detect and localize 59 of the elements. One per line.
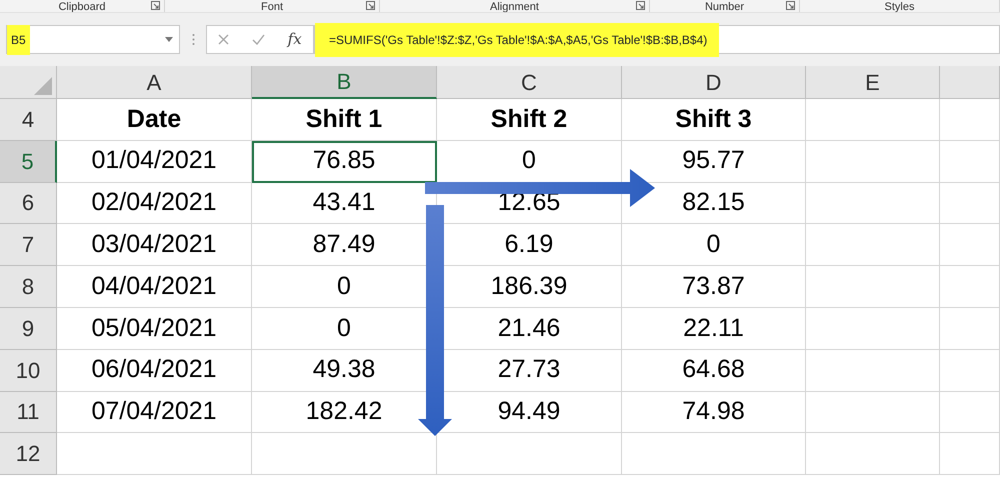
group-label: Number bbox=[704, 2, 744, 12]
insert-function-button[interactable]: fx bbox=[288, 28, 302, 51]
empty-cell bbox=[940, 140, 1000, 183]
table-cell: 02/04/2021 bbox=[57, 182, 252, 224]
splitter-icon[interactable] bbox=[192, 33, 194, 46]
empty-cell bbox=[940, 433, 1000, 476]
group-label: Styles bbox=[884, 2, 914, 12]
column-header[interactable]: C bbox=[437, 66, 622, 99]
empty-cell bbox=[940, 182, 1000, 224]
formula-field[interactable]: =SUMIFS('Gs Table'!$Z:$Z,'Gs Table'!$A:$A,$A5,'Gs Table'!$B:$B,B$4) bbox=[314, 25, 1000, 54]
table-cell: 04/04/2021 bbox=[57, 266, 252, 308]
empty-cell bbox=[940, 308, 1000, 350]
formula-text: =SUMIFS('Gs Table'!$Z:$Z,'Gs Table'!$A:$A,$A5,'Gs Table'!$B:$B,B$4) bbox=[315, 22, 720, 56]
row-header[interactable]: 7 bbox=[0, 224, 57, 266]
table-cell: 73.87 bbox=[622, 266, 806, 308]
table-cell: 76.85 bbox=[252, 140, 437, 183]
column-header[interactable]: E bbox=[806, 66, 940, 99]
check-icon[interactable] bbox=[252, 34, 265, 45]
dialog-launcher-icon[interactable] bbox=[151, 1, 160, 10]
row-header[interactable]: 12 bbox=[0, 433, 57, 476]
group-label: Font bbox=[260, 2, 283, 12]
table-cell: 64.68 bbox=[622, 350, 806, 392]
empty-cell bbox=[940, 350, 1000, 392]
cancel-icon[interactable] bbox=[218, 34, 230, 45]
group-label: Clipboard bbox=[58, 2, 106, 12]
empty-cell bbox=[940, 99, 1000, 141]
row-header[interactable]: 8 bbox=[0, 266, 57, 308]
column-header[interactable]: B bbox=[252, 66, 437, 99]
column-heading: Date bbox=[57, 99, 252, 141]
table-cell: 74.98 bbox=[622, 392, 806, 434]
name-box[interactable]: B5 bbox=[6, 25, 180, 54]
table-cell: 06/04/2021 bbox=[57, 350, 252, 392]
table-cell: 03/04/2021 bbox=[57, 224, 252, 266]
table-cell: 01/04/2021 bbox=[57, 140, 252, 183]
row-header[interactable]: 9 bbox=[0, 308, 57, 350]
empty-cell bbox=[940, 224, 1000, 266]
empty-cell bbox=[940, 392, 1000, 434]
column-heading: Shift 3 bbox=[622, 99, 806, 141]
row-header[interactable]: 6 bbox=[0, 182, 57, 224]
table-cell: 07/04/2021 bbox=[57, 392, 252, 434]
row-header[interactable]: 10 bbox=[0, 350, 57, 392]
caret-icon[interactable] bbox=[165, 37, 173, 42]
column-heading: Shift 2 bbox=[437, 99, 622, 141]
table-cell: 22.11 bbox=[622, 308, 806, 350]
group-label: Alignment bbox=[490, 2, 539, 12]
table-cell: 05/04/2021 bbox=[57, 308, 252, 350]
row-header[interactable]: 5 bbox=[0, 140, 57, 183]
row-header[interactable]: 4 bbox=[0, 99, 57, 141]
row-header[interactable]: 11 bbox=[0, 392, 57, 434]
dialog-launcher-icon[interactable] bbox=[636, 1, 645, 10]
dialog-launcher-icon[interactable] bbox=[366, 1, 375, 10]
cell-reference: B5 bbox=[7, 24, 30, 54]
column-header[interactable]: D bbox=[622, 66, 806, 99]
empty-cell bbox=[940, 266, 1000, 308]
triangle-icon bbox=[34, 77, 52, 95]
dialog-launcher-icon[interactable] bbox=[786, 1, 795, 10]
column-heading: Shift 1 bbox=[252, 99, 437, 141]
table-cell: 0 bbox=[622, 224, 806, 266]
column-header[interactable]: A bbox=[57, 66, 252, 99]
